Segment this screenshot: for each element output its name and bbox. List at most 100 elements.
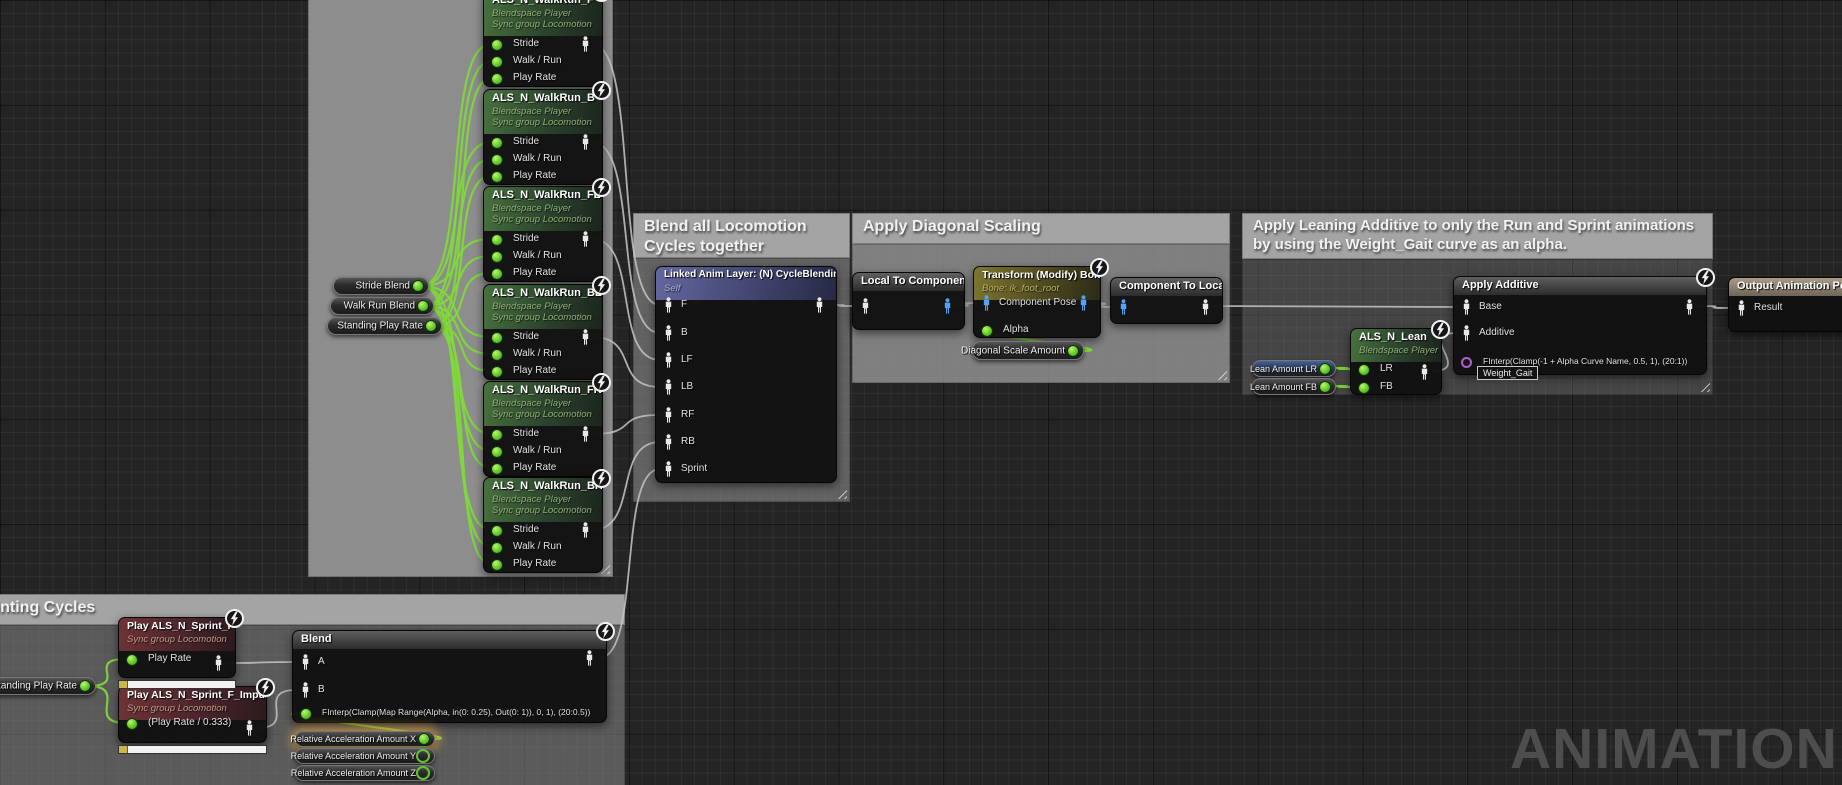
output-pose-pin[interactable]	[1078, 297, 1092, 311]
value-pin-icon[interactable]	[491, 171, 503, 183]
pose-pin-icon[interactable]	[580, 426, 591, 447]
pose-pin-icon[interactable]	[663, 297, 674, 318]
output-pose-pin[interactable]	[580, 233, 594, 247]
input-pin-walk-run[interactable]: Walk / Run	[491, 153, 598, 167]
node-als-n-walkrun-fr[interactable]: ALS_N_WalkRun_FRBlendspace PlayerSync gr…	[483, 381, 603, 477]
output-pose-pin[interactable]	[580, 38, 594, 52]
input-pin-walk-run[interactable]: Walk / Run	[491, 55, 598, 69]
value-pin-icon[interactable]	[491, 332, 503, 344]
value-pin-icon[interactable]	[126, 654, 138, 666]
value-pin-icon[interactable]	[491, 56, 503, 68]
pose-pin-icon[interactable]	[580, 134, 591, 155]
comment-header-diagonal-scaling[interactable]: Apply Diagonal Scaling	[852, 213, 1230, 244]
input-pin-play-rate[interactable]: Play Rate	[491, 170, 598, 184]
variable-pill-standing-play-rate-top[interactable]: Standing Play Rate	[327, 317, 442, 335]
pose-pin-icon[interactable]	[663, 434, 674, 455]
pose-pin-icon[interactable]	[584, 650, 595, 671]
node-output-animation-pose[interactable]: Output Animation PoseResult	[1728, 277, 1842, 332]
input-pin-result[interactable]: Result	[1736, 302, 1842, 316]
pose-pin-icon[interactable]	[580, 36, 591, 57]
comment-header-leaning-additive[interactable]: Apply Leaning Additive to only the Run a…	[1242, 213, 1713, 259]
pill-output-pin[interactable]	[417, 300, 429, 312]
pose-pin-icon[interactable]	[663, 461, 674, 482]
output-pose-pin[interactable]	[580, 136, 594, 150]
comment-resize-handle[interactable]	[834, 486, 847, 499]
output-pose-pin[interactable]	[814, 299, 828, 313]
input-pin-b[interactable]: B	[300, 684, 602, 698]
input-pin-rb[interactable]: RB	[663, 436, 832, 450]
input-pin-lf[interactable]: LF	[663, 354, 832, 368]
comment-header-sprinting-cycles[interactable]: Sprinting Cycles	[0, 594, 625, 625]
input-pin-b[interactable]: B	[663, 327, 832, 341]
value-pin-icon[interactable]	[1358, 382, 1370, 394]
node-play-als-n-sprint-f-impulse[interactable]: Play ALS_N_Sprint_F_ImpulseSync group Lo…	[118, 686, 267, 743]
input-pin-walk-run[interactable]: Walk / Run	[491, 541, 598, 555]
value-pin-icon[interactable]	[126, 718, 138, 730]
input-pin-sprint[interactable]: Sprint	[663, 463, 832, 477]
pose-pin-icon[interactable]	[244, 720, 255, 741]
value-pin-icon[interactable]	[491, 39, 503, 51]
node-als-n-walkrun-br[interactable]: ALS_N_WalkRun_BRBlendspace PlayerSync gr…	[483, 477, 603, 573]
node-blend[interactable]: BlendABFInterp(Clamp(Map Range(Alpha, in…	[292, 630, 607, 723]
value-pin-icon[interactable]	[491, 73, 503, 85]
pose-pin-icon[interactable]	[300, 682, 311, 703]
pose-pin-icon[interactable]	[1461, 325, 1472, 346]
pose-pin-icon[interactable]	[300, 654, 311, 675]
value-pin-icon[interactable]	[491, 137, 503, 149]
input-pin-base[interactable]: Base	[1461, 301, 1702, 315]
input-pin-walk-run[interactable]: Walk / Run	[491, 250, 598, 264]
input-pin-play-rate[interactable]: Play Rate	[491, 462, 598, 476]
variable-pill-relative-acceleration-amount-x[interactable]: Relative Acceleration Amount X	[295, 731, 435, 747]
variable-pill-lean-amount-fb[interactable]: Lean Amount FB	[1252, 378, 1336, 395]
pose-pin-icon[interactable]	[860, 298, 871, 319]
pose-pin-icon[interactable]	[1200, 299, 1211, 320]
input-pin-walk-run[interactable]: Walk / Run	[491, 348, 598, 362]
output-pose-pin[interactable]	[580, 428, 594, 442]
pose-pin-icon[interactable]	[213, 655, 224, 676]
value-pin-icon[interactable]	[300, 708, 312, 720]
blueprint-graph-canvas[interactable]: ANIMATION Blend all LocomotionCycles tog…	[0, 0, 1842, 785]
pose-pin-icon[interactable]	[1461, 299, 1472, 320]
value-pin-icon[interactable]	[491, 366, 503, 378]
node-als-n-lean[interactable]: ALS_N_LeanBlendspace PlayerLRFB	[1350, 328, 1442, 395]
input-pin-alpha[interactable]: Alpha	[981, 324, 1096, 338]
value-pin-icon[interactable]	[491, 349, 503, 361]
node-linked-anim-layer[interactable]: Linked Anim Layer: (N) CycleBlendingSelf…	[655, 266, 837, 483]
value-pin-icon[interactable]	[491, 154, 503, 166]
node-local-to-component[interactable]: Local To Component	[852, 272, 965, 330]
node-transform-modify-bone[interactable]: Transform (Modify) BoneBone: ik_foot_roo…	[973, 266, 1101, 338]
variable-pill-relative-acceleration-amount-z[interactable]: Relative Acceleration Amount Z	[295, 765, 435, 781]
variable-pill-diagonal-scale-amount[interactable]: Diagonal Scale Amount	[972, 341, 1084, 360]
pose-pin-icon[interactable]	[1736, 300, 1747, 321]
pose-pin-icon[interactable]	[663, 352, 674, 373]
node-als-n-walkrun-f[interactable]: ALS_N_WalkRun_FBlendspace PlayerSync gro…	[483, 0, 603, 87]
pose-pin-icon[interactable]	[580, 231, 591, 252]
pill-output-pin[interactable]	[418, 733, 430, 745]
pill-output-pin[interactable]	[1067, 345, 1079, 357]
value-pin-icon[interactable]	[491, 446, 503, 458]
pill-output-pin[interactable]	[416, 766, 430, 780]
input-pin--play-rate-0-333-[interactable]: (Play Rate / 0.333)	[126, 717, 262, 731]
pill-output-pin[interactable]	[1319, 363, 1331, 375]
input-pin-lb[interactable]: LB	[663, 381, 832, 395]
pose-pin-icon[interactable]	[1078, 295, 1089, 316]
pose-pin-icon[interactable]	[1684, 299, 1695, 320]
input-pin-play-rate[interactable]: Play Rate	[491, 365, 598, 379]
pose-pin-icon[interactable]	[814, 297, 825, 318]
output-pose-pin[interactable]	[580, 524, 594, 538]
node-als-n-walkrun-bl[interactable]: ALS_N_WalkRun_BLBlendspace PlayerSync gr…	[483, 284, 603, 380]
node-als-n-walkrun-fl[interactable]: ALS_N_WalkRun_FLBlendspace PlayerSync gr…	[483, 186, 603, 282]
pill-output-pin[interactable]	[416, 749, 430, 763]
value-pin-icon[interactable]	[491, 429, 503, 441]
input-pin-additive[interactable]: Additive	[1461, 327, 1702, 341]
value-pin-icon[interactable]	[491, 234, 503, 246]
input-pin-play-rate[interactable]: Play Rate	[491, 267, 598, 281]
output-pose-pin[interactable]	[1684, 301, 1698, 315]
curve-name-field[interactable]: Weight_Gait	[1477, 366, 1538, 380]
comment-resize-handle[interactable]	[1214, 367, 1227, 380]
pose-pin-icon[interactable]	[580, 522, 591, 543]
value-pin-icon[interactable]	[1358, 364, 1370, 376]
pose-pin-icon[interactable]	[580, 329, 591, 350]
output-pose-pin[interactable]	[1419, 366, 1433, 380]
pose-pin-icon[interactable]	[663, 407, 674, 428]
